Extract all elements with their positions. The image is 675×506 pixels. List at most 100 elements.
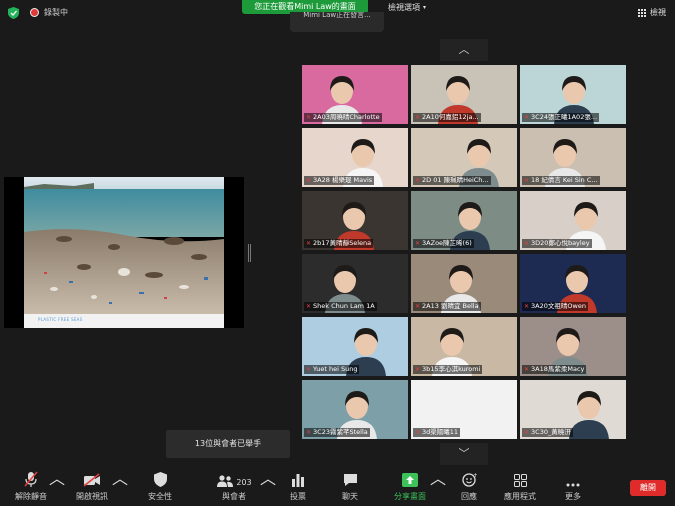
participant-name-tag: ✕ Shek Chun Lam 1A (304, 302, 377, 311)
meeting-toolbar: 解除靜音 ︿ 開啟視訊 ︿ 安全性 203 與會者 ︿ 投票 聊天 分享畫面 ︿… (0, 465, 675, 506)
microphone-muted-icon: ✕ (306, 429, 312, 436)
grid-icon (638, 8, 646, 17)
participant-name: 3C24張正曦1A02張... (531, 113, 598, 121)
participant-tile[interactable]: ✕ Yuet hei Sung (302, 317, 408, 376)
unmute-button[interactable]: 解除靜音 (10, 465, 52, 506)
share-screen-button[interactable]: 分享畫面 (390, 465, 430, 506)
microphone-muted-icon: ✕ (524, 366, 530, 373)
participant-tile[interactable]: ✕ 3A18馬紫柔Macy (520, 317, 626, 376)
participant-name: 3b15李心淇kuromi (422, 365, 481, 373)
participant-tile[interactable]: ✕ 3AZoe陳芷晞(6) (411, 191, 517, 250)
apps-icon (513, 465, 527, 487)
participant-name-tag: ✕ 3A18馬紫柔Macy (522, 365, 587, 374)
reactions-button[interactable]: + 回應 (457, 465, 481, 506)
participant-name-tag: ✕ 2A10何嘉鋁12ja... (413, 113, 481, 122)
participant-tile[interactable]: ✕ 2A10何嘉鋁12ja... (411, 65, 517, 124)
participant-tile[interactable]: ✕ 3A28 楊樂琨 Mavis (302, 128, 408, 187)
participant-tile[interactable]: ✕ 3A20文祖晴Owen (520, 254, 626, 313)
participants-button[interactable]: 203 與會者 (212, 465, 256, 506)
participant-name: 3C30_黃曉汧 (531, 428, 571, 436)
microphone-muted-icon: ✕ (415, 114, 421, 121)
participant-name: 2A03周曉晴Charlotte (313, 113, 380, 121)
participant-name: Shek Chun Lam 1A (313, 302, 375, 310)
share-screen-label: 分享畫面 (394, 492, 426, 501)
active-speaker-tag: Mimi Law正在發言... (290, 12, 384, 32)
shield-icon (153, 465, 167, 487)
active-speaker-label: Mimi Law正在發言... (303, 12, 371, 19)
participants-options-caret[interactable]: ︿ (260, 465, 276, 506)
microphone-muted-icon: ✕ (415, 240, 421, 247)
participant-tile[interactable]: ✕ 3C30_黃曉汧 (520, 380, 626, 439)
participant-name: 3D20鄭心悅bayley (531, 239, 590, 247)
participant-tile[interactable]: ✕ 3C24張正曦1A02張... (520, 65, 626, 124)
microphone-muted-icon: ✕ (415, 303, 421, 310)
view-options-button[interactable]: 檢視選項 ▾ (388, 2, 426, 13)
participant-tile[interactable]: ✕ 3d渠陽曦11 (411, 380, 517, 439)
microphone-muted-icon (24, 465, 38, 487)
participant-name-tag: ✕ 3b15李心淇kuromi (413, 365, 483, 374)
gallery-view-label: 檢視 (650, 8, 666, 17)
microphone-muted-icon: ✕ (306, 240, 312, 247)
people-icon (217, 475, 234, 487)
participant-name-tag: ✕ 3C24張正曦1A02張... (522, 113, 600, 122)
shared-slide-caption-bar: PLASTIC FREE SEAS (24, 314, 224, 328)
recording-label: 錄製中 (44, 8, 68, 17)
participant-name-tag: ✕ 3A20文祖晴Owen (522, 302, 588, 311)
record-icon (30, 8, 39, 17)
participant-tile[interactable]: ✕ 2A13 劉晴宜 Bella (411, 254, 517, 313)
more-button[interactable]: 更多 (562, 465, 584, 506)
video-off-icon (83, 465, 101, 487)
gallery-view-button[interactable]: 檢視 (638, 7, 666, 18)
share-options-caret[interactable]: ︿ (430, 465, 446, 506)
participant-tile[interactable]: ✕ 2b17黃晴靜Selena (302, 191, 408, 250)
participant-name-tag: ✕ 3D20鄭心悅bayley (522, 239, 592, 248)
splitter-handle[interactable] (248, 244, 251, 262)
participant-name-tag: ✕ 2b17黃晴靜Selena (304, 239, 374, 248)
microphone-muted-icon: ✕ (524, 303, 530, 310)
gallery-previous-page-button[interactable]: ︿ (440, 39, 488, 61)
participant-name-tag: ✕ 2D 01 陳珮晴HeiCh... (413, 176, 491, 185)
participant-tile[interactable]: ✕ 2A03周曉晴Charlotte (302, 65, 408, 124)
participant-name-tag: ✕ 3AZoe陳芷晞(6) (413, 239, 474, 248)
shield-check-icon[interactable] (8, 7, 19, 19)
chevron-down-icon: ▾ (423, 4, 427, 11)
polls-button[interactable]: 投票 (286, 465, 310, 506)
start-video-button[interactable]: 開啟視訊 (72, 465, 112, 506)
security-button[interactable]: 安全性 (144, 465, 176, 506)
audio-options-caret[interactable]: ︿ (49, 465, 65, 506)
participant-tile[interactable]: ✕ 18 紀倩言 Kei Sin C... (520, 128, 626, 187)
security-label: 安全性 (148, 492, 172, 501)
participant-name: 18 紀倩言 Kei Sin C... (531, 176, 598, 184)
participant-tile[interactable]: ✕ 3b15李心淇kuromi (411, 317, 517, 376)
polls-label: 投票 (290, 492, 306, 501)
leave-meeting-button[interactable]: 離開 (630, 480, 666, 496)
reactions-label: 回應 (461, 492, 477, 501)
apps-label: 應用程式 (504, 492, 536, 501)
recording-indicator[interactable]: 錄製中 (30, 7, 68, 18)
microphone-muted-icon: ✕ (306, 366, 312, 373)
gallery-next-page-button[interactable]: ﹀ (440, 443, 488, 465)
participant-name-tag: ✕ 3C23霧紫芊Stella (304, 428, 370, 437)
microphone-muted-icon: ✕ (524, 177, 530, 184)
unmute-label: 解除靜音 (15, 492, 47, 501)
start-video-label: 開啟視訊 (76, 492, 108, 501)
microphone-muted-icon: ✕ (524, 429, 530, 436)
participant-tile[interactable]: ✕ 2D 01 陳珮晴HeiCh... (411, 128, 517, 187)
participant-name: 2b17黃晴靜Selena (313, 239, 372, 247)
microphone-muted-icon: ✕ (415, 429, 421, 436)
participant-tile[interactable]: ✕ Shek Chun Lam 1A (302, 254, 408, 313)
microphone-muted-icon: ✕ (306, 177, 312, 184)
participant-name: 3d渠陽曦11 (422, 428, 459, 436)
microphone-muted-icon: ✕ (306, 303, 312, 310)
participant-tile[interactable]: ✕ 3D20鄭心悅bayley (520, 191, 626, 250)
participant-name-tag: ✕ Yuet hei Sung (304, 365, 360, 374)
participant-name: 2A13 劉晴宜 Bella (422, 302, 479, 310)
apps-button[interactable]: 應用程式 (502, 465, 538, 506)
participant-name-tag: ✕ 3A28 楊樂琨 Mavis (304, 176, 375, 185)
shared-screen[interactable]: PLASTIC FREE SEAS (4, 177, 244, 328)
participant-tile[interactable]: ✕ 3C23霧紫芊Stella (302, 380, 408, 439)
microphone-muted-icon: ✕ (415, 366, 421, 373)
participant-count: 203 (236, 478, 252, 487)
video-options-caret[interactable]: ︿ (112, 465, 128, 506)
chat-button[interactable]: 聊天 (338, 465, 362, 506)
